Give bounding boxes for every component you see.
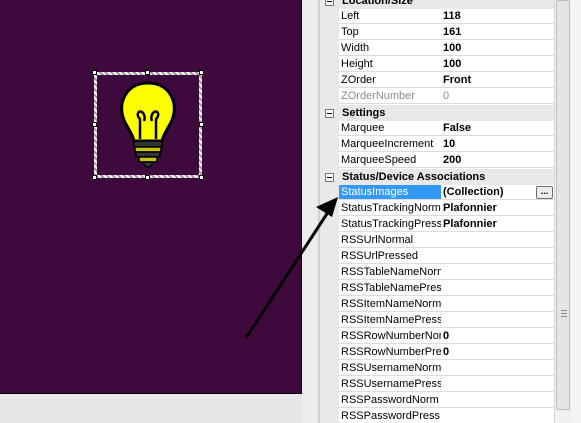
grip-line <box>561 313 567 314</box>
property-name: RSSPasswordPress <box>339 409 457 423</box>
property-row-zordernumber: ZOrderNumber 0 <box>320 89 581 105</box>
property-value: 0 <box>441 89 554 104</box>
property-name: StatusTrackingPress <box>339 217 457 232</box>
property-row-height[interactable]: Height 100 <box>320 57 581 73</box>
property-value[interactable]: Plafonnier <box>441 217 554 232</box>
collection-editor-button[interactable]: ... <box>536 186 553 199</box>
property-row-rss-username-norm[interactable]: RSSUsernameNorm <box>320 361 581 377</box>
property-row-rss-row-number-press[interactable]: RSSRowNumberPress 0 <box>320 345 581 361</box>
property-name: MarqueeSpeed <box>339 153 457 168</box>
property-name: RSSTableNamePress <box>339 281 457 296</box>
property-row-rss-row-number-norm[interactable]: RSSRowNumberNorm 0 <box>320 329 581 345</box>
property-value[interactable] <box>441 409 554 423</box>
property-row-top[interactable]: Top 161 <box>320 25 581 41</box>
property-value[interactable]: 161 <box>441 25 554 40</box>
window-edge <box>571 0 581 423</box>
property-name: RSSUsernameNorm <box>339 361 457 376</box>
design-canvas[interactable] <box>0 0 302 394</box>
property-value[interactable] <box>441 265 554 280</box>
light-bulb-icon[interactable] <box>98 75 198 175</box>
property-name: RSSUrlPressed <box>339 249 457 264</box>
property-row-rss-password-norm[interactable]: RSSPasswordNorm <box>320 393 581 409</box>
property-name: Width <box>339 41 457 56</box>
property-value[interactable]: Plafonnier <box>441 201 554 216</box>
property-row-rss-username-press[interactable]: RSSUsernamePress <box>320 377 581 393</box>
property-name: RSSRowNumberPress <box>339 345 457 360</box>
collapse-icon[interactable] <box>325 0 334 6</box>
property-value[interactable]: 200 <box>441 153 554 168</box>
resize-handle-top-right[interactable] <box>199 70 204 75</box>
property-row-left[interactable]: Left 118 <box>320 9 581 25</box>
property-value[interactable]: Front <box>441 73 554 88</box>
property-value[interactable]: 118 <box>441 9 554 24</box>
property-name: StatusImages <box>339 185 457 200</box>
property-row-zorder[interactable]: ZOrder Front <box>320 73 581 89</box>
resize-handle-bottom-right[interactable] <box>199 175 204 180</box>
property-value[interactable] <box>441 313 554 328</box>
grip-line <box>561 316 567 317</box>
property-value[interactable]: 10 <box>441 137 554 152</box>
property-value[interactable]: 100 <box>441 57 554 72</box>
collapse-icon[interactable] <box>325 173 334 182</box>
scrollbar-thumb[interactable] <box>556 0 570 410</box>
panel-splitter[interactable] <box>302 0 318 423</box>
property-value[interactable]: False <box>441 121 554 136</box>
property-row-rss-item-name-norm[interactable]: RSSItemNameNorm <box>320 297 581 313</box>
property-name: Left <box>339 9 457 24</box>
category-label: Status/Device Associations <box>342 171 486 183</box>
property-name: MarqueeIncrement <box>339 137 457 152</box>
property-name: StatusTrackingNorm <box>339 201 457 216</box>
property-value[interactable]: 0 <box>441 345 554 360</box>
property-value[interactable] <box>441 377 554 392</box>
property-row-status-tracking-norm[interactable]: StatusTrackingNorm Plafonnier <box>320 201 581 217</box>
property-name: RSSTableNameNorm <box>339 265 457 280</box>
property-name: Top <box>339 25 457 40</box>
property-row-rss-table-name-press[interactable]: RSSTableNamePress <box>320 281 581 297</box>
resize-handle-left[interactable] <box>92 122 97 127</box>
category-label: Settings <box>342 107 386 119</box>
property-name: RSSPasswordNorm <box>339 393 457 408</box>
property-value[interactable]: 100 <box>441 41 554 56</box>
property-value[interactable] <box>441 249 554 264</box>
property-row-status-tracking-press[interactable]: StatusTrackingPress Plafonnier <box>320 217 581 233</box>
property-row-rss-table-name-norm[interactable]: RSSTableNameNorm <box>320 265 581 281</box>
grip-line <box>561 310 567 311</box>
property-name: RSSItemNamePress <box>339 313 457 328</box>
property-value[interactable] <box>441 281 554 296</box>
category-label: Location/Size <box>342 0 413 7</box>
property-name: Marquee <box>339 121 457 136</box>
resize-handle-right[interactable] <box>199 122 204 127</box>
property-row-rss-password-press[interactable]: RSSPasswordPress <box>320 409 581 423</box>
vertical-scrollbar[interactable] <box>554 0 571 423</box>
property-row-rss-url-normal[interactable]: RSSUrlNormal <box>320 233 581 249</box>
category-location-size[interactable]: Location/Size <box>320 0 581 9</box>
property-name: RSSUrlNormal <box>339 233 457 248</box>
property-value[interactable]: 0 <box>441 329 554 344</box>
property-row-marquee-increment[interactable]: MarqueeIncrement 10 <box>320 137 581 153</box>
property-row-width[interactable]: Width 100 <box>320 41 581 57</box>
property-name: RSSUsernamePress <box>339 377 457 392</box>
property-row-marquee[interactable]: Marquee False <box>320 121 581 137</box>
property-name: ZOrder <box>339 73 457 88</box>
property-row-rss-url-pressed[interactable]: RSSUrlPressed <box>320 249 581 265</box>
collapse-icon[interactable] <box>325 109 334 118</box>
property-name: Height <box>339 57 457 72</box>
property-name: ZOrderNumber <box>339 89 457 104</box>
property-value[interactable] <box>441 361 554 376</box>
resize-handle-bottom-left[interactable] <box>92 175 97 180</box>
property-row-marquee-speed[interactable]: MarqueeSpeed 200 <box>320 153 581 169</box>
resize-handle-top-left[interactable] <box>92 70 97 75</box>
property-row-rss-item-name-press[interactable]: RSSItemNamePress <box>320 313 581 329</box>
category-status-device-associations[interactable]: Status/Device Associations <box>320 169 581 185</box>
property-value[interactable] <box>441 393 554 408</box>
property-grid[interactable]: Location/Size Left 118 Top 161 Width 100… <box>320 0 581 423</box>
resize-handle-bottom[interactable] <box>145 175 150 180</box>
property-value[interactable] <box>441 297 554 312</box>
property-name: RSSRowNumberNorm <box>339 329 457 344</box>
property-value[interactable] <box>441 233 554 248</box>
canvas-footer-area <box>0 394 318 423</box>
property-name: RSSItemNameNorm <box>339 297 457 312</box>
property-row-status-images[interactable]: StatusImages (Collection) ... <box>320 185 581 201</box>
category-settings[interactable]: Settings <box>320 105 581 121</box>
